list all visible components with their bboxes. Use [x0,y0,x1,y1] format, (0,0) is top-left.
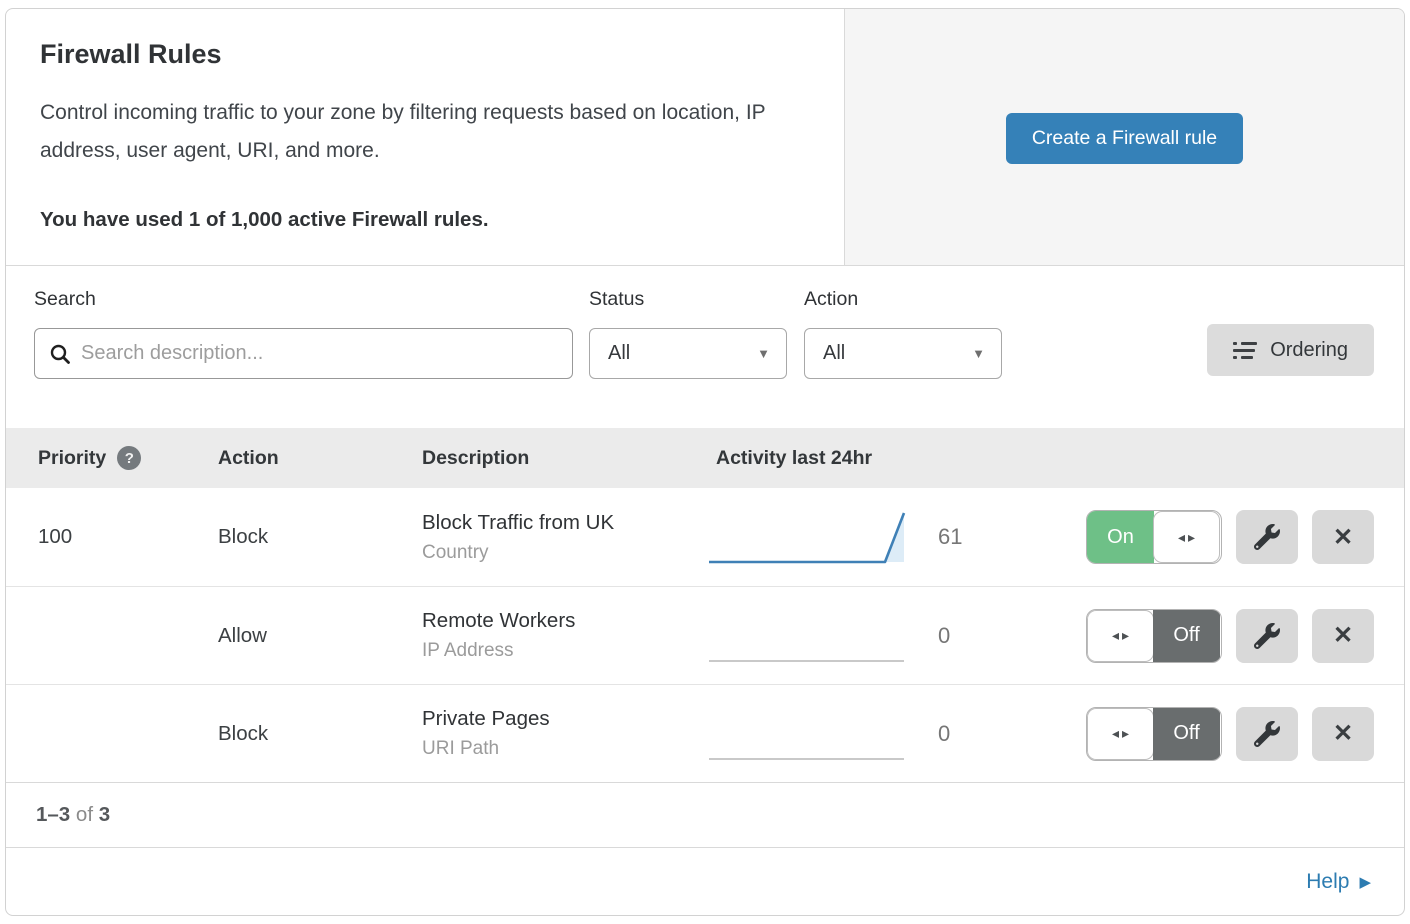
arrow-right-icon: ▸ [1188,529,1195,546]
edit-rule-button[interactable] [1236,707,1298,761]
rule-action: Allow [218,624,422,648]
delete-rule-button[interactable]: ✕ [1312,707,1374,761]
action-filter: Action All ▼ [804,288,1002,379]
firewall-rules-panel: Firewall Rules Control incoming traffic … [5,8,1405,916]
hero-text-block: Firewall Rules Control incoming traffic … [6,9,845,265]
usage-note: You have used 1 of 1,000 active Firewall… [40,208,810,232]
table-row: Block Private Pages URI Path 0 Off ◂ ▸ [6,684,1404,782]
wrench-icon [1254,524,1280,550]
search-input[interactable] [81,342,558,365]
hero-section: Firewall Rules Control incoming traffic … [6,9,1404,266]
activity-sparkline [706,604,916,668]
chevron-down-icon: ▼ [972,346,985,361]
rule-controls: Off ◂ ▸ ✕ [1006,707,1374,761]
action-label: Action [804,288,1002,311]
toggle-knob[interactable]: ◂ ▸ [1087,610,1154,662]
column-header-action: Action [218,447,422,470]
table-row: Allow Remote Workers IP Address 0 Off ◂ … [6,586,1404,684]
ordered-list-icon [1233,342,1257,359]
toggle-state-label: Off [1153,708,1220,760]
create-firewall-rule-button[interactable]: Create a Firewall rule [1006,113,1243,164]
rule-action: Block [218,525,422,549]
rule-action: Block [218,722,422,746]
sparkline-flat-chart [706,702,911,766]
search-icon [49,343,71,365]
pagination-total: 3 [99,803,110,827]
action-selected-value: All [823,342,845,365]
table-body: 100 Block Block Traffic from UK Country … [6,488,1404,782]
close-icon: ✕ [1333,621,1353,650]
activity-count: 0 [916,721,1006,747]
status-select[interactable]: All ▼ [589,328,787,379]
rule-enabled-toggle[interactable]: Off ◂ ▸ [1086,609,1222,663]
pagination-bar: 1–3 of 3 [6,782,1404,847]
status-selected-value: All [608,342,630,365]
column-header-activity: Activity last 24hr [706,447,1374,470]
page-description: Control incoming traffic to your zone by… [40,94,810,170]
arrow-left-icon: ◂ [1112,725,1119,742]
question-mark-icon[interactable]: ? [117,446,141,470]
rule-controls: On ◂ ▸ ✕ [1006,510,1374,564]
rule-description-cell: Remote Workers IP Address [422,609,706,662]
hero-action-panel: Create a Firewall rule [845,9,1404,265]
chevron-down-icon: ▼ [757,346,770,361]
rule-controls: Off ◂ ▸ ✕ [1006,609,1374,663]
chevron-right-icon: ▶ [1359,873,1371,891]
rule-match-type: URI Path [422,738,706,760]
column-header-description: Description [422,447,706,470]
action-select[interactable]: All ▼ [804,328,1002,379]
rule-enabled-toggle[interactable]: Off ◂ ▸ [1086,707,1222,761]
rule-match-type: IP Address [422,640,706,662]
toggle-state-label: On [1087,511,1154,563]
table-header-row: Priority ? Action Description Activity l… [6,428,1404,488]
column-header-priority: Priority ? [38,446,218,470]
close-icon: ✕ [1333,719,1353,748]
page-title: Firewall Rules [40,39,810,70]
edit-rule-button[interactable] [1236,609,1298,663]
wrench-icon [1254,623,1280,649]
arrow-right-icon: ▸ [1122,725,1129,742]
activity-count: 0 [916,623,1006,649]
rule-enabled-toggle[interactable]: On ◂ ▸ [1086,510,1222,564]
pagination-of: of [76,803,93,827]
edit-rule-button[interactable] [1236,510,1298,564]
filter-bar: Search Status All ▼ Action All ▼ [6,266,1404,428]
rule-description-cell: Block Traffic from UK Country [422,511,706,564]
status-label: Status [589,288,787,311]
ordering-button-label: Ordering [1270,339,1348,362]
status-filter: Status All ▼ [589,288,787,379]
search-label: Search [34,288,573,311]
activity-sparkline [706,702,916,766]
help-link-label: Help [1306,870,1349,894]
toggle-knob[interactable]: ◂ ▸ [1087,708,1154,760]
help-link[interactable]: Help ▶ [1306,870,1371,894]
rule-name: Private Pages [422,707,706,731]
rule-priority: 100 [38,525,218,549]
search-filter: Search [34,288,573,379]
rule-description-cell: Private Pages URI Path [422,707,706,760]
delete-rule-button[interactable]: ✕ [1312,609,1374,663]
table-row: 100 Block Block Traffic from UK Country … [6,488,1404,586]
rule-name: Block Traffic from UK [422,511,706,535]
arrow-left-icon: ◂ [1178,529,1185,546]
close-icon: ✕ [1333,523,1353,552]
pagination-range: 1–3 [36,803,70,827]
search-box[interactable] [34,328,573,379]
toggle-state-label: Off [1153,610,1220,662]
sparkline-flat-chart [706,604,911,668]
priority-header-label: Priority [38,447,106,470]
wrench-icon [1254,721,1280,747]
sparkline-spike-chart [706,505,911,569]
activity-count: 61 [916,524,1006,550]
rule-name: Remote Workers [422,609,706,633]
help-bar: Help ▶ [6,847,1404,915]
activity-sparkline [706,505,916,569]
arrow-left-icon: ◂ [1112,627,1119,644]
delete-rule-button[interactable]: ✕ [1312,510,1374,564]
rule-match-type: Country [422,542,706,564]
ordering-button[interactable]: Ordering [1207,324,1374,376]
toggle-knob[interactable]: ◂ ▸ [1153,511,1220,563]
arrow-right-icon: ▸ [1122,627,1129,644]
